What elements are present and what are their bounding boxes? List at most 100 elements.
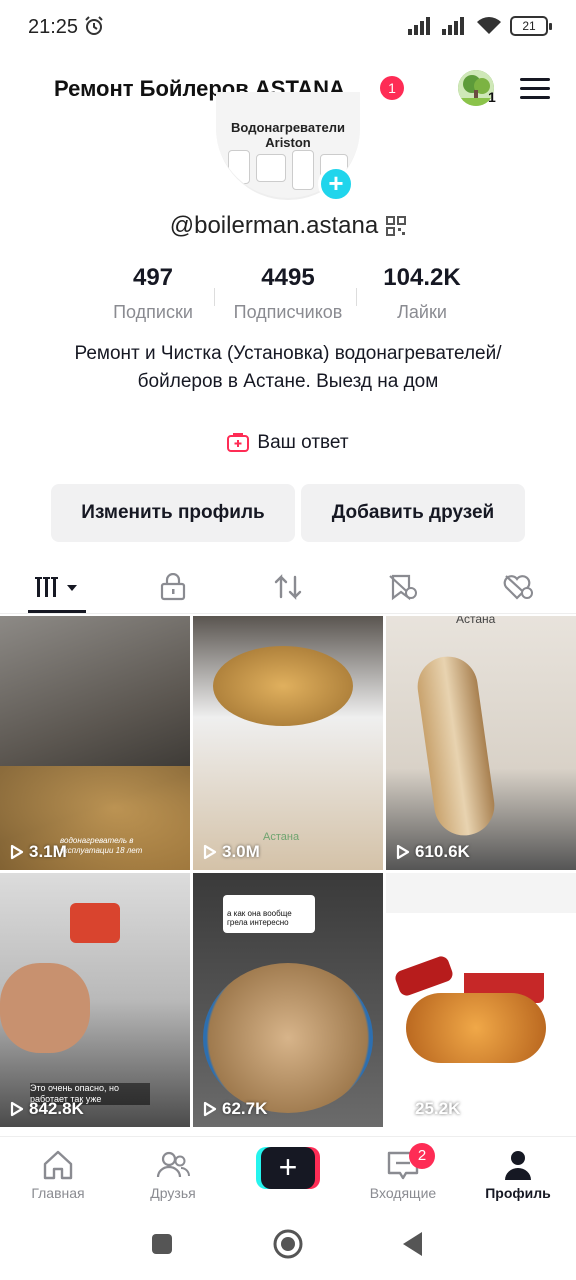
your-answer-row[interactable]: Ваш ответ (0, 432, 576, 459)
video-tile[interactable]: Астана 610.6K (386, 616, 576, 870)
inbox-badge: 2 (409, 1143, 435, 1169)
create-button[interactable]: + (256, 1147, 320, 1189)
friends-avatar-count: 1 (488, 89, 496, 105)
status-time: 21:25 (28, 16, 79, 38)
alarm-icon (85, 16, 103, 35)
video-thumbnail (0, 963, 90, 1053)
play-icon (396, 844, 410, 860)
profile-icon (505, 1151, 531, 1180)
video-caption: Астана (263, 831, 300, 843)
stat-label: Подписчиков (233, 302, 343, 322)
add-answer-icon (227, 433, 250, 452)
view-count: 25.2K (396, 1099, 460, 1119)
friends-icon (156, 1151, 190, 1178)
status-bar: 21:25 21 (0, 0, 576, 56)
nav-inbox[interactable]: Входящие 2 (353, 1143, 453, 1201)
home-icon (43, 1150, 73, 1180)
nav-label: Друзья (150, 1185, 196, 1201)
tab-favorites[interactable] (373, 570, 433, 604)
video-thumbnail (413, 652, 499, 840)
nav-friends[interactable]: Друзья (123, 1149, 223, 1201)
divider (214, 288, 215, 306)
video-tile[interactable]: Это очень опасно, но работает так уже 84… (0, 873, 190, 1127)
signal-icon-2 (442, 17, 464, 35)
signal-icon (408, 17, 430, 35)
avatar-caption: Водонагреватели Ariston (216, 120, 360, 150)
view-count: 62.7K (203, 1099, 267, 1119)
video-tile[interactable]: 25.2K (386, 873, 576, 1127)
bottom-navigation: Главная Друзья + Входящие 2 Профиль (0, 1136, 576, 1220)
stat-following[interactable]: 497 Подписки (83, 264, 223, 323)
username: @boilerman.astana (169, 212, 379, 239)
stat-label: Лайки (397, 302, 447, 322)
home-circle-icon[interactable] (272, 1228, 304, 1260)
video-thumbnail (386, 873, 576, 913)
video-tile[interactable]: а как она вообще грела интересно 62.7K (193, 873, 383, 1127)
stat-value: 4495 (261, 264, 315, 291)
tab-videos[interactable] (28, 570, 88, 604)
view-count: 610.6K (396, 842, 470, 862)
recents-icon[interactable] (150, 1232, 174, 1256)
view-count-value: 842.8K (29, 1099, 84, 1118)
grid-icon (35, 577, 77, 597)
nav-label: Профиль (485, 1185, 551, 1201)
play-icon (10, 844, 24, 860)
hidden-heart-icon (503, 575, 533, 600)
view-count: 842.8K (10, 1099, 84, 1119)
qr-code-icon[interactable] (386, 216, 407, 236)
play-icon (203, 1101, 217, 1117)
heater-image (292, 150, 314, 190)
profile-stats: 497 Подписки 4495 Подписчиков 104.2K Лай… (0, 264, 576, 324)
lock-icon (160, 573, 186, 601)
play-icon (203, 844, 217, 860)
stat-value: 497 (132, 264, 174, 291)
view-count-value: 3.0M (222, 842, 260, 861)
stat-value: 104.2K (383, 264, 461, 291)
video-tile[interactable]: Астана 3.0M (193, 616, 383, 870)
avatar-caption-line1: Водонагреватели (231, 120, 345, 135)
video-tile[interactable]: водонагреватель в эксплуатации 18 лет 3.… (0, 616, 190, 870)
view-count-value: 25.2K (415, 1099, 461, 1118)
nav-profile[interactable]: Профиль (468, 1149, 568, 1201)
menu-icon[interactable] (520, 78, 550, 100)
avatar-caption-line2: Ariston (265, 135, 311, 150)
hidden-bookmark-icon (389, 574, 417, 601)
comment-bubble: а как она вообще грела интересно (223, 895, 315, 933)
play-icon (10, 1101, 24, 1117)
profile-bio: Ремонт и Чистка (Установка) водонагреват… (74, 343, 502, 392)
video-thumbnail (213, 646, 353, 726)
heater-image (256, 154, 286, 182)
view-count: 3.1M (10, 842, 67, 862)
tab-liked[interactable] (488, 570, 548, 604)
battery-indicator: 21 (510, 16, 552, 36)
back-icon[interactable] (400, 1230, 426, 1258)
play-icon (396, 1101, 410, 1117)
profile-tabs (0, 560, 576, 614)
create-icon: + (261, 1147, 315, 1189)
username-row: @boilerman.astana (0, 212, 576, 240)
notification-badge: 1 (380, 76, 404, 100)
system-navigation-bar (0, 1220, 576, 1280)
wifi-icon (477, 17, 501, 34)
tab-indicator (28, 610, 86, 613)
heater-image (228, 150, 250, 184)
add-avatar-button[interactable]: + (318, 166, 354, 202)
stat-followers[interactable]: 4495 Подписчиков (218, 264, 358, 323)
video-thumbnail (70, 903, 120, 943)
tab-reposts[interactable] (258, 570, 318, 604)
nav-label: Главная (31, 1185, 85, 1201)
repost-icon (274, 574, 302, 600)
view-count-value: 610.6K (415, 842, 470, 861)
nav-home[interactable]: Главная (8, 1149, 108, 1201)
video-thumbnail (393, 954, 455, 998)
your-answer-label: Ваш ответ (257, 432, 349, 453)
video-thumbnail (203, 963, 373, 1113)
tab-private[interactable] (143, 570, 203, 604)
stat-likes[interactable]: 104.2K Лайки (352, 264, 492, 323)
edit-profile-button[interactable]: Изменить профиль (51, 484, 295, 542)
nav-label: Входящие (369, 1185, 437, 1201)
video-thumbnail (406, 993, 546, 1063)
view-count-value: 3.1M (29, 842, 67, 861)
add-friends-button[interactable]: Добавить друзей (301, 484, 525, 542)
stat-label: Подписки (113, 302, 193, 322)
